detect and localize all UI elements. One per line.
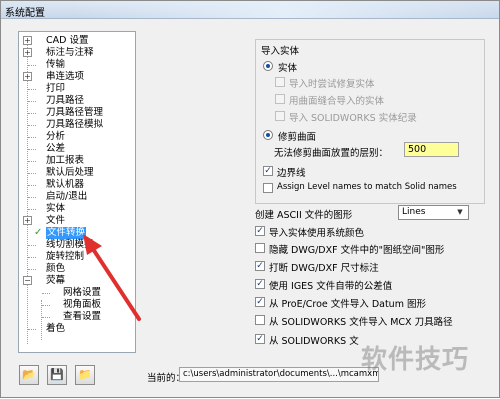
- option-checkbox[interactable]: ✓: [255, 334, 265, 344]
- file-conversion-panel: 导入实体 实体 导入时尝试修复实体 用曲面缝合导入的实体 导入 SOLIDWOR…: [247, 31, 499, 353]
- import-solids-title: 导入实体: [259, 43, 302, 57]
- folder-open-icon: 📂: [22, 368, 36, 381]
- option-checkbox[interactable]: ✓: [255, 226, 265, 236]
- system-config-window: 系统配置 + CAD 设置 + 标注与注释 传输 + 串连选项 打印 刀具路径: [0, 0, 500, 398]
- try-repair-checkbox[interactable]: [275, 77, 285, 87]
- watermark: 软件技巧: [361, 345, 470, 375]
- edge-curves-checkbox[interactable]: ✓: [263, 166, 273, 176]
- stitch-surfaces-checkbox[interactable]: [275, 94, 285, 104]
- option-checkbox[interactable]: ✓: [255, 297, 265, 307]
- option-checkbox[interactable]: [255, 315, 265, 325]
- option-checkbox[interactable]: ✓: [255, 279, 265, 289]
- layer-label: 无法修剪曲面放置的层别：: [274, 148, 389, 159]
- ascii-geometry-label: 创建 ASCII 文件的图形: [255, 210, 353, 221]
- layer-number-input[interactable]: 500: [404, 142, 459, 157]
- option-checkbox[interactable]: ✓: [255, 261, 265, 271]
- solid-radio[interactable]: [263, 61, 273, 71]
- ascii-geometry-select[interactable]: Lines ▼: [398, 205, 469, 220]
- save-icon: 💾: [50, 368, 64, 381]
- current-file-path: c:\users\administrator\documents\...\mca…: [179, 367, 379, 382]
- new-folder-button[interactable]: 📁: [75, 365, 95, 385]
- option-checkbox[interactable]: [255, 243, 265, 253]
- solidworks-history-checkbox[interactable]: [275, 111, 285, 121]
- save-button[interactable]: 💾: [47, 365, 67, 385]
- folder-new-icon: 📁: [78, 368, 92, 381]
- open-folder-button[interactable]: 📂: [19, 365, 39, 385]
- assign-level-names-checkbox[interactable]: [263, 183, 273, 193]
- trimmed-surface-radio[interactable]: [263, 130, 273, 140]
- chevron-down-icon: ▼: [457, 208, 463, 216]
